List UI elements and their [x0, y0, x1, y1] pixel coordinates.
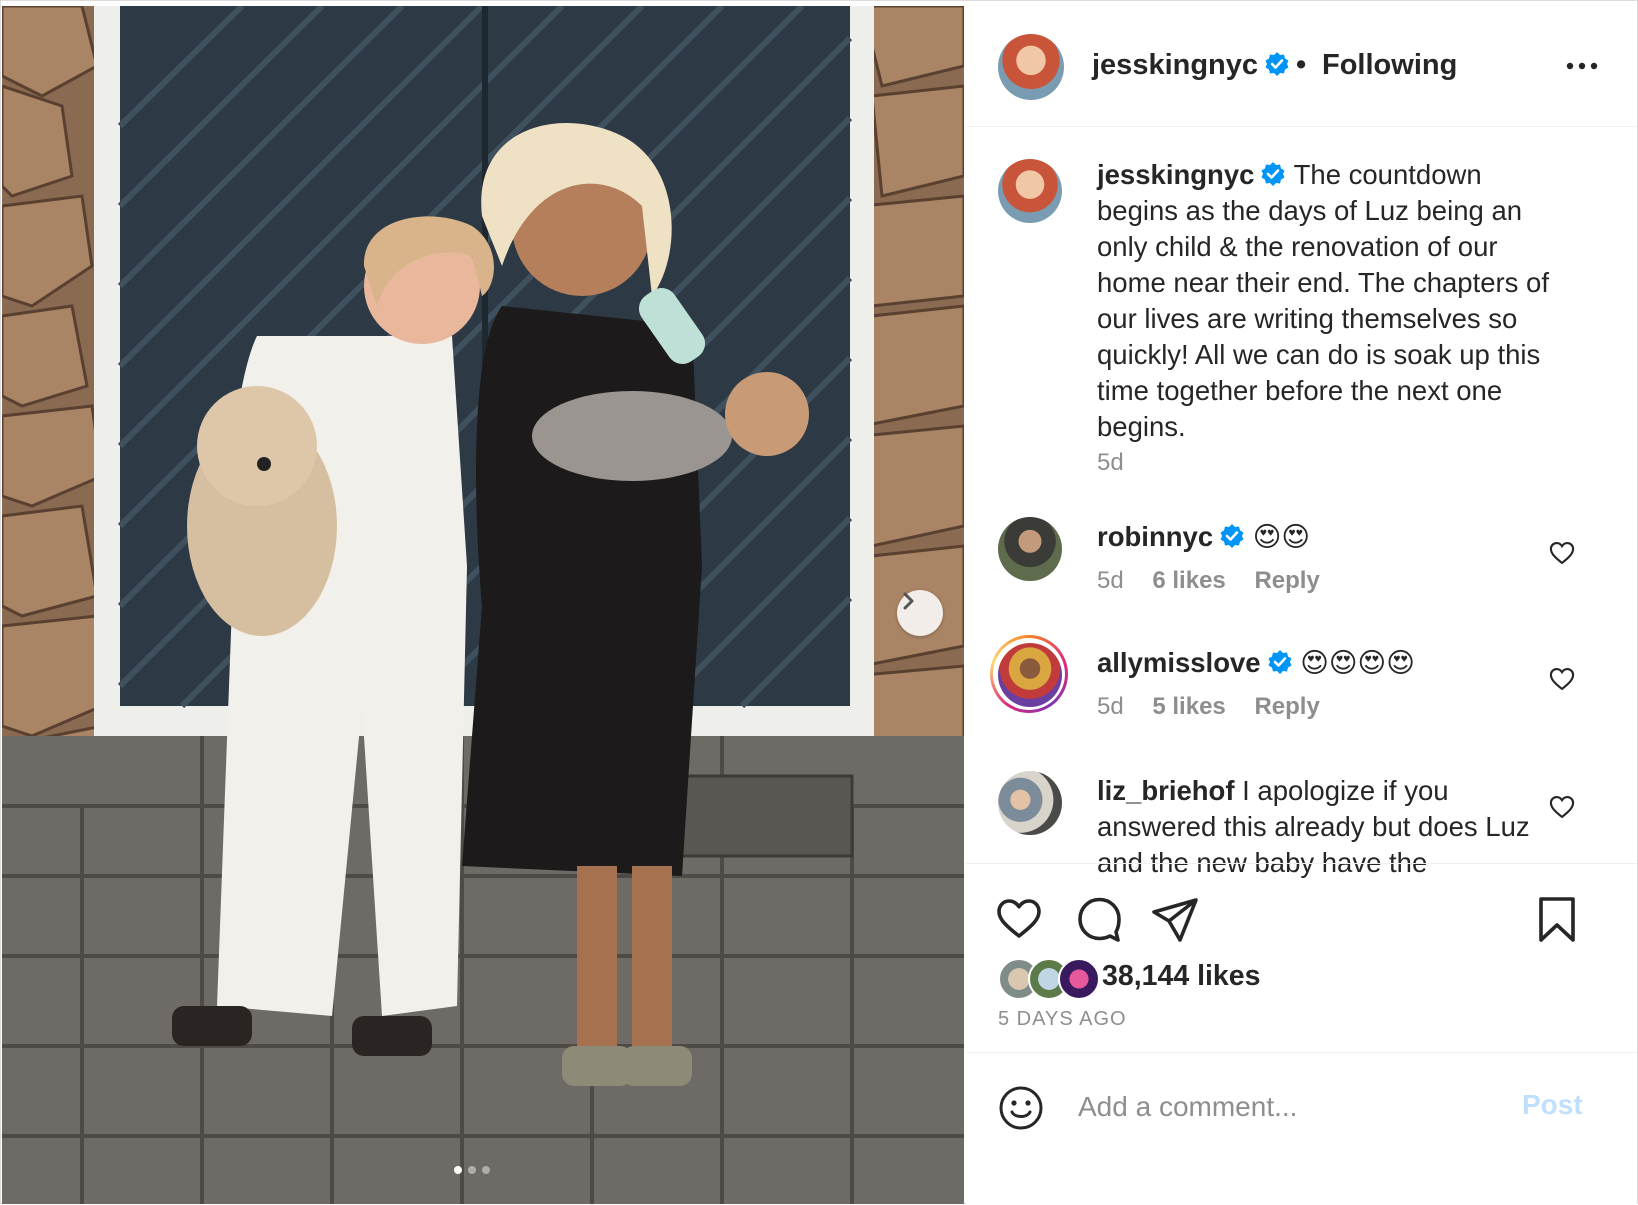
comments-list[interactable]: jesskingnyc The countdown begins as the …	[966, 127, 1637, 909]
chevron-right-icon	[903, 592, 914, 610]
post-details-panel: jesskingnyc • Following jesskingnyc The …	[966, 6, 1637, 1204]
bookmark-icon[interactable]	[1532, 894, 1582, 944]
comment-username[interactable]: allymisslove	[1097, 647, 1261, 678]
carousel-dot	[454, 1166, 462, 1174]
post-header: jesskingnyc • Following	[966, 6, 1637, 127]
reply-button[interactable]: Reply	[1254, 693, 1319, 720]
comment-input[interactable]	[1076, 1081, 1500, 1133]
liker-avatar	[1058, 958, 1100, 1000]
comment-icon[interactable]	[1074, 894, 1124, 944]
author-username-text[interactable]: jesskingnyc	[1092, 49, 1258, 81]
post-photo-illustration	[2, 6, 964, 1204]
commenter-avatar[interactable]	[998, 771, 1062, 835]
verified-badge-icon	[1220, 524, 1244, 548]
post-photo[interactable]	[2, 6, 964, 1204]
comment-time[interactable]: 5d	[1097, 693, 1124, 720]
comment-heart-icon[interactable]	[1548, 665, 1576, 693]
caption-body: The countdown begins as the days of Luz …	[1097, 159, 1549, 442]
post-comment-button[interactable]: Post	[1522, 1089, 1583, 1121]
verified-badge-icon	[1265, 52, 1289, 76]
carousel-dot	[468, 1166, 476, 1174]
comment-body: 😍😍😍😍	[1300, 647, 1415, 678]
caption-author-avatar[interactable]	[998, 159, 1062, 223]
comment-likes[interactable]: 6 likes	[1152, 567, 1225, 594]
comment-meta: 5d 6 likes Reply	[1097, 567, 1342, 595]
author-username[interactable]: jesskingnyc	[1092, 49, 1290, 82]
comment-username[interactable]: liz_briehof	[1097, 775, 1235, 806]
carousel-dot	[482, 1166, 490, 1174]
comment-text: allymisslove 😍😍😍😍	[1097, 645, 1537, 681]
header-separator: •	[1296, 49, 1307, 81]
emoji-icon[interactable]	[998, 1085, 1044, 1131]
caption-username[interactable]: jesskingnyc	[1097, 159, 1254, 190]
carousel-indicator	[454, 1166, 490, 1174]
commenter-avatar[interactable]	[998, 517, 1062, 581]
comment-likes[interactable]: 5 likes	[1152, 693, 1225, 720]
comment-meta: 5d 5 likes Reply	[1097, 693, 1342, 721]
post-caption: jesskingnyc The countdown begins as the …	[1097, 157, 1567, 445]
comment-heart-icon[interactable]	[1548, 539, 1576, 567]
reply-button[interactable]: Reply	[1254, 567, 1319, 594]
heart-icon[interactable]	[994, 894, 1044, 944]
commenter-avatar[interactable]	[998, 643, 1062, 707]
author-avatar[interactable]	[998, 34, 1064, 100]
verified-badge-icon	[1261, 162, 1285, 186]
verified-badge-icon	[1268, 650, 1292, 674]
post-timestamp[interactable]: 5 DAYS AGO	[998, 1008, 1127, 1031]
carousel-next-button[interactable]	[897, 590, 943, 636]
caption-timestamp[interactable]: 5d	[1097, 449, 1124, 477]
comment-body: 😍😍	[1252, 521, 1311, 552]
comment-time[interactable]: 5d	[1097, 567, 1124, 594]
comment-username[interactable]: robinnyc	[1097, 521, 1213, 552]
comment-text: robinnyc 😍😍	[1097, 519, 1537, 555]
add-comment-bar: Post	[966, 1052, 1637, 1205]
following-button[interactable]: Following	[1322, 49, 1457, 82]
more-options-icon[interactable]	[1562, 56, 1602, 76]
share-icon[interactable]	[1150, 894, 1200, 944]
post-actions: 38,144 likes 5 DAYS AGO	[966, 863, 1637, 1059]
like-count[interactable]: 38,144 likes	[1102, 960, 1260, 993]
comment-heart-icon[interactable]	[1548, 793, 1576, 821]
